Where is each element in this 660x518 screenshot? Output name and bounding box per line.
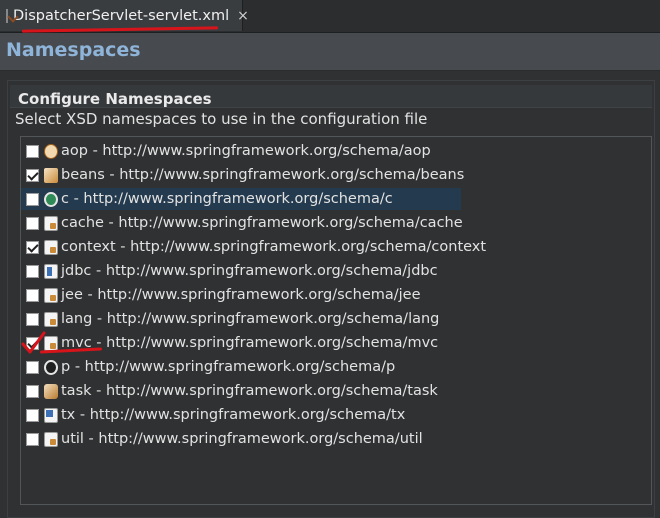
namespace-checkbox[interactable]	[26, 192, 39, 206]
namespace-label: mvc - http://www.springframework.org/sch…	[61, 335, 439, 351]
jdbc-icon	[44, 263, 58, 279]
aop-icon	[44, 143, 58, 159]
page-title: Namespaces	[6, 39, 141, 61]
namespace-row[interactable]: util - http://www.springframework.org/sc…	[21, 428, 461, 450]
namespace-label: lang - http://www.springframework.org/sc…	[61, 311, 440, 327]
namespace-row[interactable]: jee - http://www.springframework.org/sch…	[21, 284, 461, 306]
namespace-list[interactable]: aop - http://www.springframework.org/sch…	[20, 136, 652, 505]
namespace-checkbox[interactable]	[26, 288, 39, 302]
lang-icon	[44, 311, 58, 327]
task-icon	[44, 383, 58, 399]
namespace-checkbox[interactable]	[26, 264, 39, 278]
namespace-checkbox[interactable]	[26, 216, 39, 230]
namespace-label: util - http://www.springframework.org/sc…	[61, 431, 423, 447]
namespace-row[interactable]: lang - http://www.springframework.org/sc…	[21, 308, 461, 330]
namespace-row[interactable]: task - http://www.springframework.org/sc…	[21, 380, 461, 402]
jee-icon	[44, 287, 58, 303]
util-icon	[44, 431, 58, 447]
namespace-label: cache - http://www.springframework.org/s…	[61, 215, 463, 231]
namespace-label: jdbc - http://www.springframework.org/sc…	[61, 263, 438, 279]
namespace-checkbox[interactable]	[26, 312, 39, 326]
section-description: Select XSD namespaces to use in the conf…	[15, 110, 428, 128]
editor-tab-bar: DispatcherServlet-servlet.xml ×	[0, 0, 660, 33]
mvc-icon	[44, 335, 58, 351]
namespace-label: p - http://www.springframework.org/schem…	[61, 359, 396, 375]
namespace-label: tx - http://www.springframework.org/sche…	[61, 407, 406, 423]
context-icon	[44, 239, 58, 255]
p-icon	[44, 359, 58, 375]
namespace-row[interactable]: p - http://www.springframework.org/schem…	[21, 356, 461, 378]
namespace-checkbox[interactable]	[26, 408, 39, 422]
close-icon[interactable]: ×	[237, 8, 249, 24]
namespace-checkbox[interactable]	[26, 144, 39, 158]
namespace-label: jee - http://www.springframework.org/sch…	[61, 287, 421, 303]
namespace-checkbox[interactable]	[26, 168, 39, 182]
namespace-label: aop - http://www.springframework.org/sch…	[61, 143, 431, 159]
namespace-row[interactable]: cache - http://www.springframework.org/s…	[21, 212, 463, 234]
namespace-checkbox[interactable]	[26, 360, 39, 374]
cache-icon	[44, 215, 58, 231]
section-header[interactable]: Configure Namespaces	[10, 85, 652, 108]
namespace-label: c - http://www.springframework.org/schem…	[61, 191, 393, 207]
tx-icon	[44, 407, 58, 423]
namespace-row[interactable]: jdbc - http://www.springframework.org/sc…	[21, 260, 461, 282]
namespace-checkbox[interactable]	[26, 384, 39, 398]
namespace-label: context - http://www.springframework.org…	[61, 239, 487, 255]
namespace-row[interactable]: context - http://www.springframework.org…	[21, 236, 486, 258]
page-header: Namespaces	[0, 33, 660, 71]
c-icon	[44, 191, 58, 207]
bean-icon	[44, 167, 58, 183]
namespace-row[interactable]: aop - http://www.springframework.org/sch…	[21, 140, 461, 162]
tab-label: DispatcherServlet-servlet.xml	[13, 7, 230, 24]
namespace-label: task - http://www.springframework.org/sc…	[61, 383, 438, 399]
namespace-row[interactable]: beans - http://www.springframework.org/s…	[21, 164, 465, 186]
namespace-row[interactable]: c - http://www.springframework.org/schem…	[21, 188, 461, 210]
namespace-row[interactable]: tx - http://www.springframework.org/sche…	[21, 404, 461, 426]
namespace-label: beans - http://www.springframework.org/s…	[61, 167, 465, 183]
section-title: Configure Namespaces	[18, 90, 212, 108]
namespace-checkbox[interactable]	[26, 432, 39, 446]
annotation-checkmark	[21, 331, 46, 354]
namespace-checkbox[interactable]	[26, 240, 39, 254]
spring-xml-file-icon	[6, 8, 8, 23]
